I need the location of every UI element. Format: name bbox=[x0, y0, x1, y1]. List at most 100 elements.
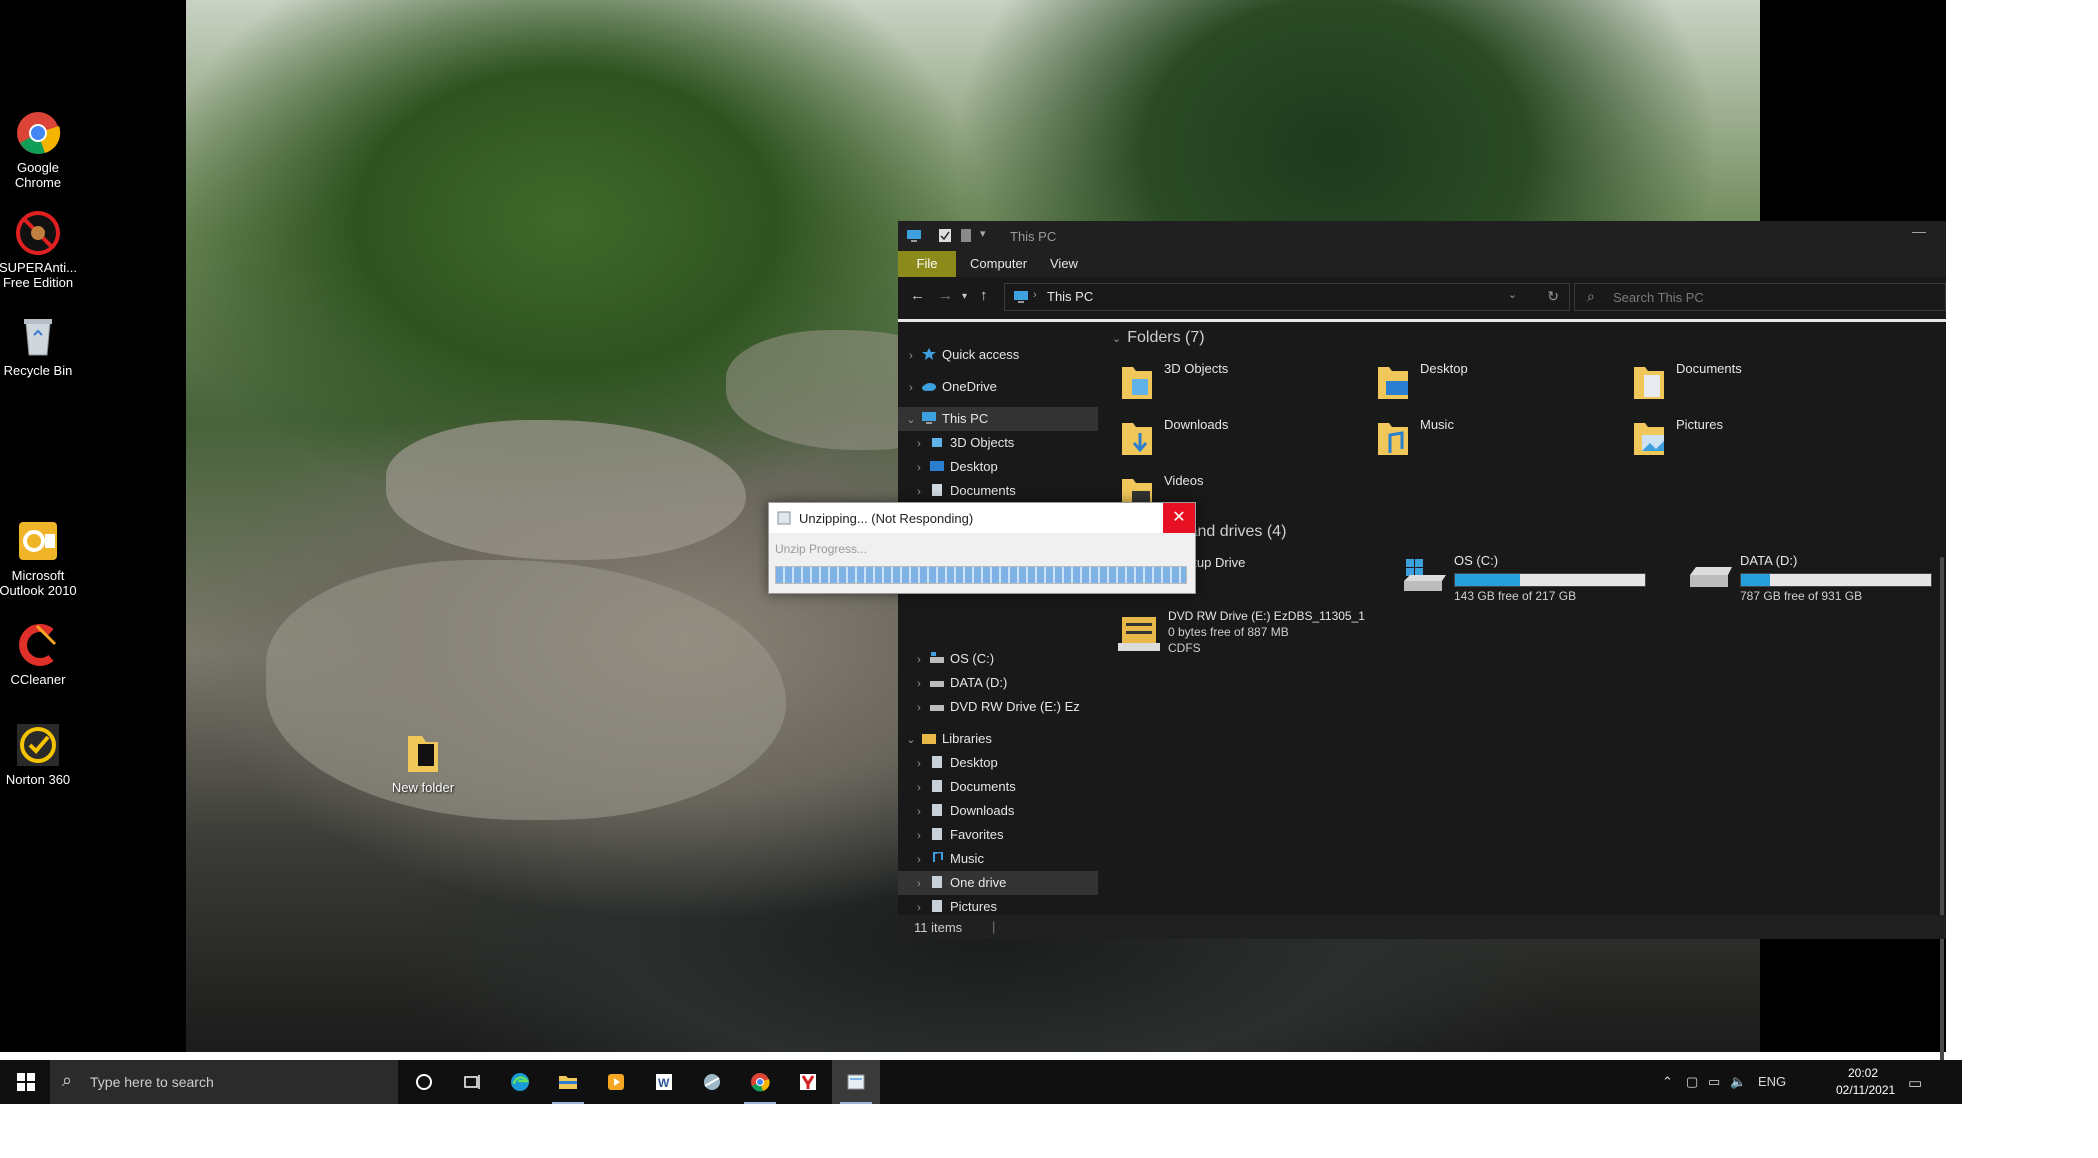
nav-documents[interactable]: › Documents bbox=[912, 479, 1016, 503]
drive-dvd-e[interactable]: DVD RW Drive (E:) EzDBS_11305_1 0 bytes … bbox=[1116, 607, 1416, 663]
drive-os-c[interactable]: OS (C:) 143 GB free of 217 GB bbox=[1402, 551, 1662, 607]
chrome-icon bbox=[751, 1073, 770, 1092]
search-input[interactable]: ⌕ Search This PC bbox=[1574, 283, 1946, 311]
drive-free-space: 787 GB free of 931 GB bbox=[1740, 589, 1863, 603]
clock-time: 20:02 bbox=[1847, 1066, 1879, 1080]
close-button[interactable]: ✕ bbox=[1163, 503, 1195, 533]
forward-arrow-icon[interactable]: → bbox=[938, 287, 953, 304]
nav-drive-c[interactable]: › OS (C:) bbox=[912, 647, 994, 671]
desktop-folder-icon bbox=[1378, 367, 1408, 399]
desktop-icon-superantispyware[interactable]: SUPERAnti... Free Edition bbox=[0, 210, 81, 290]
desktop-icon-outlook[interactable]: Microsoft Outlook 2010 bbox=[0, 518, 81, 598]
chevron-right-icon: › bbox=[917, 438, 921, 450]
network-icon[interactable]: ▭ bbox=[1708, 1074, 1720, 1090]
chevron-down-icon: ⌄ bbox=[1112, 333, 1122, 345]
taskbar-file-explorer[interactable] bbox=[544, 1060, 592, 1104]
nav-drive-e[interactable]: › DVD RW Drive (E:) Ez bbox=[912, 695, 1080, 719]
desktop-icon-recycle-bin[interactable]: Recycle Bin bbox=[0, 313, 81, 378]
tab-file[interactable]: File bbox=[898, 251, 956, 277]
taskbar-unzip-app[interactable] bbox=[832, 1060, 880, 1104]
folder-desktop[interactable]: Desktop bbox=[1376, 357, 1616, 409]
desktop-icon-new-folder[interactable]: New folder bbox=[380, 730, 466, 795]
taskbar-chrome[interactable] bbox=[736, 1060, 784, 1104]
nav-drive-d[interactable]: › DATA (D:) bbox=[912, 671, 1007, 695]
status-bar: 11 items | bbox=[898, 915, 1946, 939]
taskbar-word[interactable]: W bbox=[640, 1060, 688, 1104]
back-arrow-icon[interactable]: ← bbox=[910, 287, 925, 304]
library-item-icon bbox=[932, 804, 942, 816]
address-dropdown-icon[interactable]: ⌄ bbox=[1508, 288, 1517, 301]
folder-3d-objects[interactable]: 3D Objects bbox=[1120, 357, 1360, 409]
window-title: This PC bbox=[1010, 229, 1057, 244]
folder-name: Pictures bbox=[1676, 417, 1723, 432]
desktop-icon-label: Google Chrome bbox=[14, 160, 62, 190]
volume-icon[interactable]: 🔈 bbox=[1730, 1074, 1746, 1090]
nav-quick-access[interactable]: › Quick access bbox=[904, 343, 1019, 367]
tab-computer[interactable]: Computer bbox=[970, 251, 1027, 277]
chevron-right-icon: › bbox=[917, 902, 921, 914]
nav-scrollbar[interactable] bbox=[1940, 557, 1944, 1097]
clock[interactable]: 20:02 02/11/2021 bbox=[1836, 1065, 1895, 1099]
taskbar-app-red[interactable] bbox=[784, 1060, 832, 1104]
drive-name: OS (C:) bbox=[1454, 553, 1499, 568]
music-folder-icon bbox=[1378, 423, 1408, 455]
nav-lib-downloads[interactable]: › Downloads bbox=[912, 799, 1014, 823]
desktop-icon-norton[interactable]: Norton 360 bbox=[0, 722, 81, 787]
folder-music[interactable]: Music bbox=[1376, 413, 1616, 465]
folder-pictures[interactable]: Pictures bbox=[1632, 413, 1872, 465]
nav-this-pc[interactable]: ⌄ This PC bbox=[898, 407, 1098, 431]
folder-documents[interactable]: Documents bbox=[1632, 357, 1872, 409]
tab-view[interactable]: View bbox=[1050, 251, 1078, 277]
nav-lib-music[interactable]: › Music bbox=[912, 847, 984, 871]
cortana-button[interactable] bbox=[400, 1060, 448, 1104]
library-item-icon bbox=[932, 780, 942, 792]
dialog-titlebar: Unzipping... (Not Responding) ✕ bbox=[769, 503, 1195, 533]
up-arrow-icon[interactable]: ↑ bbox=[980, 287, 988, 304]
folder-downloads[interactable]: Downloads bbox=[1120, 413, 1360, 465]
chevron-right-icon: › bbox=[909, 350, 913, 362]
nav-lib-favorites[interactable]: › Favorites bbox=[912, 823, 1003, 847]
refresh-icon[interactable]: ↻ bbox=[1547, 288, 1559, 305]
nav-lib-documents[interactable]: › Documents bbox=[912, 775, 1016, 799]
nav-label: OS (C:) bbox=[950, 651, 995, 666]
device-icon[interactable]: ▢ bbox=[1686, 1074, 1698, 1090]
nav-lib-one-drive[interactable]: › One drive bbox=[898, 871, 1098, 895]
taskbar-media-player[interactable] bbox=[592, 1060, 640, 1104]
folders-group-header[interactable]: ⌄ Folders (7) bbox=[1112, 329, 1205, 347]
taskbar-app[interactable] bbox=[688, 1060, 736, 1104]
nav-libraries[interactable]: ⌄ Libraries bbox=[904, 727, 991, 751]
minimize-button[interactable]: — bbox=[1912, 223, 1926, 239]
drive-data-d[interactable]: DATA (D:) 787 GB free of 931 GB bbox=[1688, 551, 1946, 607]
nav-label: Desktop bbox=[950, 459, 998, 474]
3d-objects-folder-icon bbox=[1122, 367, 1152, 399]
status-separator: | bbox=[992, 919, 996, 934]
search-icon: ⌕ bbox=[1587, 288, 1595, 304]
show-hidden-icons-icon[interactable]: ⌃ bbox=[1662, 1074, 1673, 1090]
new-folder-icon[interactable] bbox=[960, 228, 972, 243]
chevron-right-icon: › bbox=[917, 654, 921, 666]
language-indicator[interactable]: ENG bbox=[1758, 1074, 1786, 1089]
nav-lib-desktop[interactable]: › Desktop bbox=[912, 751, 998, 775]
desktop-icon-chrome[interactable]: Google Chrome bbox=[0, 110, 81, 190]
start-button[interactable] bbox=[2, 1060, 50, 1104]
nav-lib-pictures[interactable]: › Pictures bbox=[912, 895, 997, 915]
breadcrumb[interactable]: This PC bbox=[1047, 289, 1093, 304]
address-field[interactable]: › This PC ⌄ ↻ bbox=[1004, 283, 1570, 311]
chevron-right-icon: › bbox=[917, 462, 921, 474]
taskbar-search-input[interactable]: ⌕ Type here to search bbox=[50, 1060, 398, 1104]
notifications-icon[interactable]: ▭ bbox=[1908, 1074, 1922, 1092]
ribbon-tabs: File Computer View bbox=[898, 251, 1946, 277]
taskbar-edge[interactable] bbox=[496, 1060, 544, 1104]
properties-icon[interactable] bbox=[938, 228, 952, 243]
nav-onedrive[interactable]: › OneDrive bbox=[904, 375, 997, 399]
taskbar: ⌕ Type here to search W ⌃ ▢ ▭ 🔈 ENG 20:0… bbox=[0, 1060, 1962, 1104]
drive-name: DATA (D:) bbox=[1740, 553, 1798, 568]
scroll-up-icon[interactable] bbox=[1940, 547, 1946, 551]
recent-locations-icon[interactable]: ▾ bbox=[962, 291, 967, 302]
customize-toolbar-icon[interactable]: ▾ bbox=[980, 227, 986, 240]
nav-3d-objects[interactable]: › 3D Objects bbox=[912, 431, 1014, 455]
divider bbox=[898, 319, 1946, 322]
desktop-icon-ccleaner[interactable]: CCleaner bbox=[0, 622, 81, 687]
task-view-button[interactable] bbox=[448, 1060, 496, 1104]
nav-desktop[interactable]: › Desktop bbox=[912, 455, 998, 479]
